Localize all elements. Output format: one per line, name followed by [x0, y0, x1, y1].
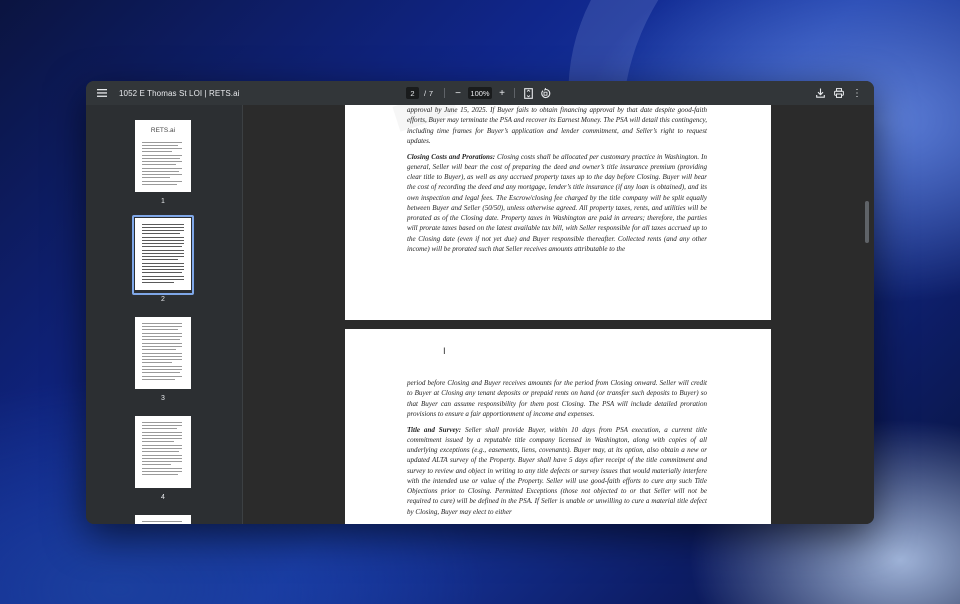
toolbar-divider — [514, 88, 515, 98]
zoom-level-input[interactable]: 100% — [468, 87, 492, 99]
page-text: period before Closing and Buyer receives… — [407, 378, 707, 522]
thumbnail-number: 4 — [161, 494, 165, 501]
thumbnail-page-3[interactable] — [135, 317, 191, 389]
fit-to-page-icon[interactable] — [522, 86, 534, 100]
section-body: Closing costs shall be allocated per cus… — [407, 152, 707, 253]
rotate-icon[interactable] — [538, 86, 552, 100]
thumbnail-logo: RETS.ai — [150, 127, 176, 134]
thumbnail-number: 2 — [161, 296, 165, 303]
thumbnail-page-4[interactable] — [135, 416, 191, 488]
toolbar: 1052 E Thomas St LOI | RETS.ai 2 / 7 − 1… — [86, 81, 874, 105]
thumbnail-sidebar: RETS.ai 1 2 3 4 — [86, 105, 243, 524]
document-viewport[interactable]: approval by June 15, 2025. If Buyer fail… — [243, 105, 874, 524]
document-page: I period before Closing and Buyer receiv… — [345, 329, 771, 524]
pdf-viewer-window: 1052 E Thomas St LOI | RETS.ai 2 / 7 − 1… — [86, 81, 874, 524]
print-icon[interactable] — [833, 86, 845, 100]
section-heading: Closing Costs and Prorations: — [407, 152, 496, 161]
paragraph-financing: approval by June 15, 2025. If Buyer fail… — [407, 106, 707, 145]
zoom-in-button[interactable]: + — [496, 87, 508, 99]
thumbnail-number: 1 — [161, 198, 165, 205]
zoom-out-button[interactable]: − — [452, 87, 464, 99]
thumbnail-page-1[interactable]: RETS.ai — [135, 120, 191, 192]
more-vertical-icon[interactable]: ⋮ — [852, 86, 862, 100]
page-total: 7 — [428, 88, 434, 98]
scrollbar-thumb[interactable] — [865, 201, 869, 243]
section-heading: Title and Survey: — [407, 425, 462, 434]
page-text: approval by June 15, 2025. If Buyer fail… — [407, 105, 707, 260]
thumbnail-number: 3 — [161, 395, 165, 402]
paragraph-closing-costs: Closing Costs and Prorations: Closing co… — [407, 152, 707, 255]
thumbnail-page-2[interactable] — [135, 218, 191, 290]
text-cursor-icon: I — [443, 347, 446, 357]
menu-icon[interactable] — [96, 87, 108, 99]
page-number-input[interactable]: 2 — [406, 87, 419, 99]
document-title: 1052 E Thomas St LOI | RETS.ai — [119, 88, 240, 98]
section-body: Seller shall provide Buyer, within 10 da… — [407, 425, 707, 516]
paragraph-title-survey: Title and Survey: Seller shall provide B… — [407, 425, 707, 517]
paragraph-prorations-continued: period before Closing and Buyer receives… — [407, 379, 707, 418]
thumbnail-page-5[interactable] — [135, 515, 191, 524]
toolbar-divider — [444, 88, 445, 98]
download-icon[interactable] — [814, 86, 826, 100]
document-page: approval by June 15, 2025. If Buyer fail… — [345, 105, 771, 320]
